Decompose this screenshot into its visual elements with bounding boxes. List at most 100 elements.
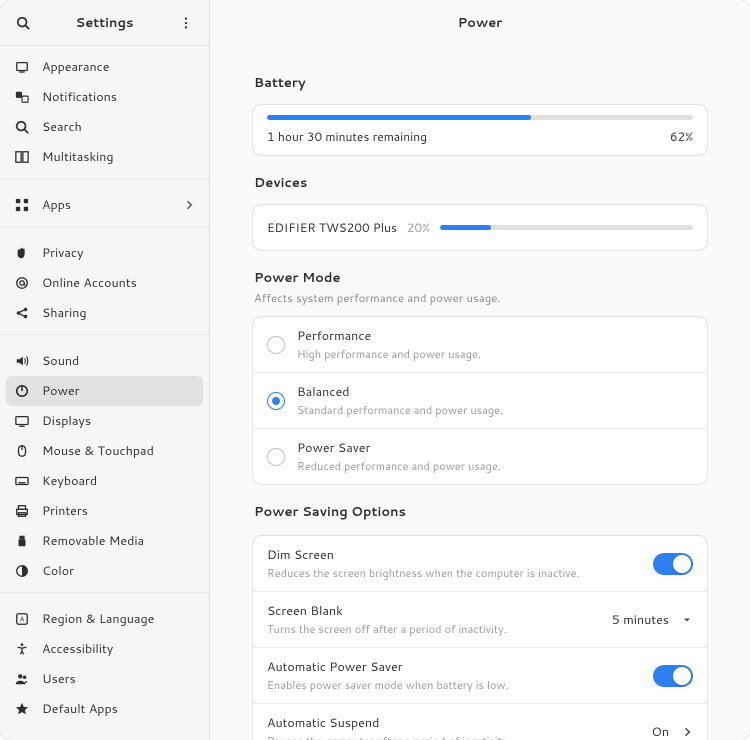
sidebar-item-accessibility[interactable]: Accessibility — [0, 634, 209, 664]
section-battery: Battery — [254, 74, 708, 92]
sidebar-list: Appearance Notifications Search Multitas… — [0, 46, 209, 740]
accessibility-icon — [14, 641, 30, 657]
sidebar-item-label: Online Accounts — [42, 274, 195, 292]
row-desc: Turns the screen off after a period of i… — [267, 621, 600, 637]
sidebar-item-label: Privacy — [42, 244, 195, 262]
device-name: EDIFIER TWS200 Plus — [267, 219, 397, 236]
sidebar-item-apps[interactable]: Apps — [0, 190, 209, 220]
star-icon — [14, 701, 30, 717]
sidebar-item-label: Removable Media — [42, 532, 195, 550]
row-title: Dim Screen — [267, 546, 641, 564]
power-mode-balanced[interactable]: Balanced Standard performance and power … — [253, 372, 707, 428]
auto-suspend-value: On — [652, 723, 669, 740]
sidebar-item-multitasking[interactable]: Multitasking — [0, 142, 209, 172]
sidebar-item-label: Power — [42, 382, 195, 400]
option-title: Performance — [297, 327, 693, 345]
row-screen-blank[interactable]: Screen Blank Turns the screen off after … — [253, 591, 707, 647]
sidebar-header: Settings — [0, 0, 209, 46]
radio-icon — [267, 392, 285, 410]
device-percent: 20% — [407, 219, 430, 236]
row-desc: Enables power saver mode when battery is… — [267, 677, 641, 693]
apps-icon — [14, 197, 30, 213]
sidebar-item-label: Apps — [42, 196, 171, 214]
sidebar-item-online-accounts[interactable]: Online Accounts — [0, 268, 209, 298]
battery-card: 1 hour 30 minutes remaining 62% — [252, 104, 708, 156]
battery-progress-fill — [267, 115, 531, 120]
sidebar-item-privacy[interactable]: Privacy — [0, 238, 209, 268]
magnifier-icon — [14, 119, 30, 135]
dim-screen-toggle[interactable] — [653, 553, 693, 575]
battery-progress — [267, 115, 693, 120]
power-saving-card: Dim Screen Reduces the screen brightness… — [252, 535, 708, 740]
printer-icon — [14, 503, 30, 519]
chevron-right-icon — [183, 199, 195, 211]
row-title: Automatic Suspend — [267, 714, 640, 732]
sidebar-item-label: Appearance — [42, 58, 195, 76]
section-devices: Devices — [254, 174, 708, 192]
chevron-down-icon — [681, 614, 693, 626]
sidebar-item-label: Keyboard — [42, 472, 195, 490]
sidebar-item-sharing[interactable]: Sharing — [0, 298, 209, 328]
radio-icon — [267, 448, 285, 466]
speaker-icon — [14, 353, 30, 369]
sidebar-item-color[interactable]: Color — [0, 556, 209, 586]
sidebar-item-label: Accessibility — [42, 640, 195, 658]
sidebar-item-label: Displays — [42, 412, 195, 430]
chevron-right-icon — [681, 726, 693, 738]
hand-icon — [14, 245, 30, 261]
screen-blank-value: 5 minutes — [612, 611, 669, 629]
sidebar-item-label: Color — [42, 562, 195, 580]
row-desc: Pauses the computer after a period of in… — [267, 733, 640, 740]
sidebar-item-users[interactable]: Users — [0, 664, 209, 694]
multitask-icon — [14, 149, 30, 165]
power-mode-saver[interactable]: Power Saver Reduced performance and powe… — [253, 428, 707, 484]
auto-power-saver-toggle[interactable] — [653, 665, 693, 687]
main-panel: Power Battery 1 hour 30 minutes remainin… — [210, 0, 750, 740]
sidebar-item-default-apps[interactable]: Default Apps — [0, 694, 209, 724]
sidebar-item-label: Mouse & Touchpad — [42, 442, 195, 460]
svg-text:A: A — [20, 615, 25, 625]
row-auto-suspend[interactable]: Automatic Suspend Pauses the computer af… — [253, 703, 707, 740]
sidebar-item-label: Default Apps — [42, 700, 195, 718]
brush-icon — [14, 59, 30, 75]
sidebar-item-search[interactable]: Search — [0, 112, 209, 142]
sidebar-item-label: Region & Language — [42, 610, 195, 628]
row-title: Automatic Power Saver — [267, 658, 641, 676]
users-icon — [14, 671, 30, 687]
page-title: Power — [210, 0, 750, 46]
sidebar-item-printers[interactable]: Printers — [0, 496, 209, 526]
sidebar-item-removable[interactable]: Removable Media — [0, 526, 209, 556]
power-mode-performance[interactable]: Performance High performance and power u… — [253, 317, 707, 372]
language-icon: A — [14, 611, 30, 627]
mouse-icon — [14, 443, 30, 459]
sidebar-item-power[interactable]: Power — [6, 376, 203, 406]
search-icon[interactable] — [8, 8, 38, 38]
settings-window: Settings Appearance Notifications Search… — [0, 0, 750, 740]
bell-icon — [14, 89, 30, 105]
device-progress-fill — [440, 225, 491, 230]
sidebar-item-keyboard[interactable]: Keyboard — [0, 466, 209, 496]
sidebar-item-region[interactable]: A Region & Language — [0, 604, 209, 634]
radio-icon — [267, 336, 285, 354]
sidebar-item-displays[interactable]: Displays — [0, 406, 209, 436]
display-icon — [14, 413, 30, 429]
option-title: Balanced — [297, 383, 693, 401]
row-auto-power-saver: Automatic Power Saver Enables power save… — [253, 647, 707, 703]
power-mode-card: Performance High performance and power u… — [252, 316, 708, 485]
kebab-menu-icon[interactable] — [171, 8, 201, 38]
sidebar-item-label: Sharing — [42, 304, 195, 322]
row-desc: Reduces the screen brightness when the c… — [267, 565, 641, 581]
device-progress — [440, 225, 693, 230]
section-power-mode: Power Mode — [254, 269, 708, 287]
sidebar-item-appearance[interactable]: Appearance — [0, 52, 209, 82]
battery-percent: 62% — [670, 128, 693, 145]
sidebar-item-notifications[interactable]: Notifications — [0, 82, 209, 112]
option-title: Power Saver — [297, 439, 693, 457]
option-desc: Standard performance and power usage. — [297, 402, 693, 418]
sidebar-item-sound[interactable]: Sound — [0, 346, 209, 376]
keyboard-icon — [14, 473, 30, 489]
sidebar-item-mouse[interactable]: Mouse & Touchpad — [0, 436, 209, 466]
device-card: EDIFIER TWS200 Plus 20% — [252, 204, 708, 251]
sidebar-item-label: Users — [42, 670, 195, 688]
sidebar: Settings Appearance Notifications Search… — [0, 0, 210, 740]
